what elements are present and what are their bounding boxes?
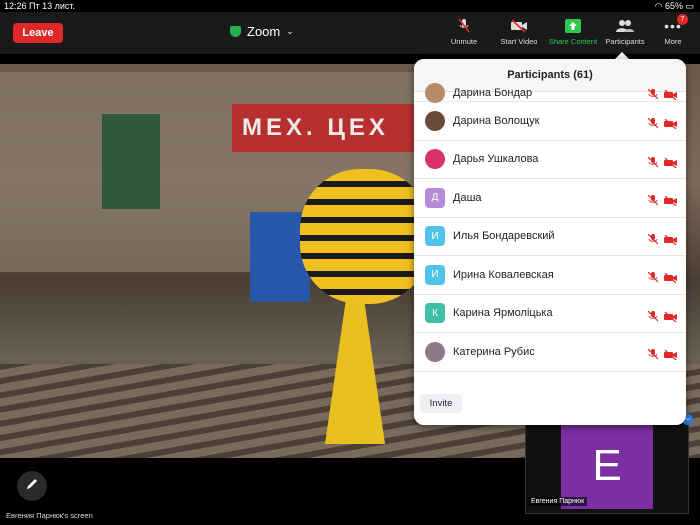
mic-muted-icon — [647, 270, 659, 288]
video-off-icon — [664, 155, 678, 173]
more-icon: ••• 7 — [647, 14, 699, 34]
participant-status — [647, 270, 678, 288]
participants-list: Дарина Бондар Дарина Волощук Дарья Ушкалов… — [414, 83, 686, 372]
participant-row[interactable]: Дарина Волощук — [414, 102, 686, 141]
invite-button[interactable]: Invite — [420, 394, 462, 413]
more-button[interactable]: ••• 7 More — [647, 14, 699, 46]
status-bar: 12:26 Пт 13 лист. ◠ 65% ▭ — [0, 0, 700, 12]
participant-row[interactable]: И Илья Бондаревский — [414, 218, 686, 256]
green-door — [102, 114, 160, 209]
share-content-button[interactable]: Share Content — [547, 18, 599, 46]
mic-muted-icon — [438, 18, 490, 34]
participant-status — [647, 347, 678, 365]
status-time: 12:26 Пт 13 лист. — [4, 1, 76, 11]
annotate-button[interactable] — [17, 471, 47, 501]
participant-row[interactable]: Дарина Бондар — [414, 83, 686, 103]
avatar — [425, 341, 445, 362]
start-video-button[interactable]: Start Video — [493, 18, 545, 46]
participant-name: Карина Ярмоліцька — [453, 307, 553, 320]
avatar: И — [425, 264, 445, 285]
striped-overlay — [300, 169, 430, 304]
participants-button[interactable]: Participants — [599, 18, 651, 46]
share-icon — [547, 18, 599, 34]
self-video-thumbnail[interactable]: E Евгения Парнюк — [525, 418, 689, 514]
participant-name: Дарина Бондар — [453, 87, 533, 99]
unmute-button[interactable]: Unmute — [438, 18, 490, 46]
participant-row[interactable]: Дарья Ушкалова — [414, 141, 686, 179]
participant-row[interactable]: Катерина Рубис — [414, 333, 686, 372]
notification-badge: 7 — [677, 14, 688, 25]
participant-row[interactable]: К Карина Ярмоліцька — [414, 295, 686, 333]
wifi-icon: ◠ — [654, 1, 663, 11]
participants-panel: Participants (61) Дарина Бондар Дарина Во… — [414, 59, 686, 425]
participant-name: Катерина Рубис — [453, 345, 535, 358]
participant-row[interactable]: Д Даша — [414, 179, 686, 218]
video-off-icon — [664, 116, 678, 134]
workshop-sign: МЕХ. ЦЕХ — [232, 104, 422, 152]
avatar: Д — [425, 187, 445, 208]
video-off-icon — [664, 232, 678, 250]
participant-name: Ирина Ковалевская — [453, 268, 554, 281]
participant-status — [647, 232, 678, 250]
participant-status — [647, 116, 678, 134]
avatar — [425, 149, 445, 170]
pencil-icon — [25, 477, 39, 496]
participant-name: Даша — [453, 191, 482, 204]
participant-name: Илья Бондаревский — [453, 230, 555, 243]
mic-muted-icon — [647, 116, 659, 134]
chevron-down-icon: ⌄ — [286, 26, 294, 36]
battery-indicator: ◠ 65% ▭ — [654, 1, 694, 11]
participant-row[interactable]: И Ирина Ковалевская — [414, 256, 686, 295]
screen-owner-label: Евгения Парнюк's screen — [6, 511, 93, 520]
participant-status — [647, 309, 678, 327]
avatar — [425, 83, 445, 103]
participant-name: Дарья Ушкалова — [453, 153, 539, 166]
mic-muted-icon — [647, 347, 659, 365]
video-off-icon — [664, 347, 678, 365]
video-off-icon — [493, 18, 545, 34]
video-off-icon — [664, 193, 678, 211]
mic-muted-icon — [647, 155, 659, 173]
video-off-icon — [664, 270, 678, 288]
avatar: И — [425, 226, 445, 247]
participant-status — [647, 193, 678, 211]
avatar — [425, 110, 445, 131]
mic-muted-icon — [647, 232, 659, 250]
meeting-title[interactable]: Zoom ⌄ — [230, 24, 294, 39]
participant-name: Дарина Волощук — [453, 114, 540, 127]
video-off-icon — [664, 309, 678, 327]
participant-status — [647, 155, 678, 173]
meeting-toolbar: Leave Zoom ⌄ Unmute Start Video Share Co… — [0, 12, 700, 54]
battery-icon: ▭ — [685, 1, 694, 11]
mic-muted-icon — [647, 309, 659, 327]
mic-muted-icon — [647, 193, 659, 211]
shield-icon — [230, 26, 241, 37]
leave-button[interactable]: Leave — [13, 23, 63, 43]
thumbnail-name: Евгения Парнюк — [528, 497, 588, 506]
people-icon — [599, 18, 651, 34]
avatar: К — [425, 303, 445, 324]
